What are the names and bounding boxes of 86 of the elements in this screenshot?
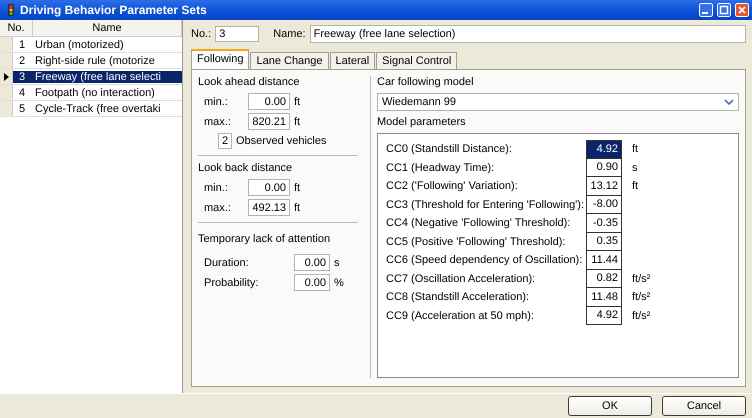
parameter-label: CC1 (Headway Time):	[386, 162, 496, 174]
tab[interactable]: Signal Control	[376, 52, 458, 69]
parameter-label: CC3 (Threshold for Entering 'Following'):	[386, 198, 585, 211]
window-title: Driving Behavior Parameter Sets	[20, 3, 207, 17]
unit-label: %	[334, 276, 344, 288]
input-field[interactable]: 2	[218, 133, 232, 149]
table-cell-text: Urban (motorized)	[34, 38, 124, 50]
unit-label: ft	[294, 202, 300, 214]
maximize-icon[interactable]	[717, 3, 731, 17]
table-cell-text: 5	[18, 102, 26, 114]
input-field[interactable]: 492.13	[248, 199, 290, 216]
table-cell-text: Right-side rule (motorize	[34, 54, 155, 66]
number-field[interactable]: 3	[215, 26, 260, 42]
field-label: No.:	[191, 28, 212, 40]
parameter-label: CC8 (Standstill Acceleration):	[386, 291, 530, 304]
close-icon[interactable]	[735, 3, 749, 17]
unit-label: ft/s²	[632, 310, 650, 322]
minimize-icon[interactable]	[699, 3, 713, 17]
unit-label: ft	[294, 182, 300, 194]
section-title: Look back distance	[198, 162, 294, 174]
table-row[interactable]: 3 Freeway (free lane selecti	[0, 69, 182, 85]
cancel-button[interactable]: Cancel	[662, 396, 746, 416]
ok-button[interactable]: OK	[568, 396, 652, 416]
tab[interactable]: Following	[191, 49, 250, 69]
field-label: max.:	[204, 116, 232, 128]
table-cell-text: 2	[18, 54, 26, 66]
table-cell-text: Footpath (no interaction)	[34, 86, 155, 98]
section-title: Temporary lack of attention	[198, 233, 332, 245]
parameter-label: CC2 ('Following' Variation):	[386, 180, 519, 192]
value-cell[interactable]: 4.92	[586, 140, 622, 158]
input-field[interactable]: 0.00	[294, 274, 330, 291]
unit-label: ft/s²	[632, 291, 650, 304]
field-label: Car following model	[377, 76, 475, 88]
unit-label: s	[334, 256, 340, 268]
unit-label: ft	[632, 180, 638, 192]
name-field[interactable]: Freeway (free lane selection)	[310, 25, 746, 43]
value-cell[interactable]: 11.48	[586, 288, 622, 306]
unit-label: ft	[632, 143, 638, 156]
table-cell: Freeway (free lane selecti	[33, 70, 182, 82]
input-field[interactable]: 0.00	[294, 254, 330, 271]
parameter-label: CC6 (Speed dependency of Oscillation):	[386, 254, 584, 266]
parameter-label: CC9 (Acceleration at 50 mph):	[386, 310, 535, 322]
value-cell[interactable]: 0.35	[586, 232, 622, 251]
table-row[interactable]: 2 Right-side rule (motorize	[0, 53, 182, 69]
model-dropdown[interactable]: Wiedemann 99	[377, 93, 739, 111]
field-label: min.:	[204, 96, 229, 108]
value-cell[interactable]: 0.90	[586, 158, 622, 177]
tab[interactable]: Lateral	[330, 52, 376, 69]
value-cell[interactable]: 0.82	[586, 270, 622, 288]
tab[interactable]: Lane Change	[250, 52, 329, 69]
table-row[interactable]: 1 Urban (motorized)	[0, 37, 182, 53]
input-field[interactable]: 0.00	[248, 179, 290, 196]
unit-label: ft	[294, 96, 300, 108]
field-label: Probability:	[204, 276, 260, 288]
field-label: Name:	[273, 28, 306, 40]
field-label: min.:	[204, 182, 229, 194]
parameter-label: CC7 (Oscillation Acceleration):	[386, 272, 536, 285]
table-cell-text: Cycle-Track (free overtaki	[34, 102, 161, 114]
parameter-label: CC0 (Standstill Distance):	[386, 143, 513, 156]
input-field[interactable]: 820.21	[248, 113, 290, 130]
table-row[interactable]: 4 Footpath (no interaction)	[0, 85, 182, 101]
table-cell-text: 4	[18, 86, 26, 98]
value-cell[interactable]: -0.35	[586, 214, 622, 232]
table-cell-text: 1	[18, 38, 26, 50]
parameter-label: CC4 (Negative 'Following' Threshold):	[386, 217, 572, 230]
value-cell[interactable]: 13.12	[586, 177, 622, 196]
value-cell[interactable]: 11.44	[586, 251, 622, 270]
value-cell[interactable]: 4.92	[586, 306, 622, 325]
unit-label: ft/s²	[632, 272, 650, 285]
column-header[interactable]: No.	[0, 20, 33, 36]
field-label: Model parameters	[377, 116, 467, 128]
input-field[interactable]: 0.00	[248, 93, 290, 110]
field-label: max.:	[204, 202, 232, 214]
section-title: Look ahead distance	[198, 76, 301, 88]
table-cell: 3	[13, 70, 33, 82]
column-header[interactable]: Name	[33, 20, 182, 36]
field-label: Observed vehicles	[236, 135, 326, 147]
unit-label: s	[632, 162, 638, 174]
row-pointer-icon	[4, 72, 8, 80]
table-row[interactable]: 5 Cycle-Track (free overtaki	[0, 101, 182, 117]
parameter-label: CC5 (Positive 'Following' Threshold):	[386, 236, 566, 248]
traffic-light-icon	[6, 4, 16, 16]
chevron-down-icon	[724, 98, 734, 106]
value-cell[interactable]: -8.00	[586, 196, 622, 214]
field-label: Duration:	[204, 256, 250, 268]
unit-label: ft	[294, 116, 300, 128]
